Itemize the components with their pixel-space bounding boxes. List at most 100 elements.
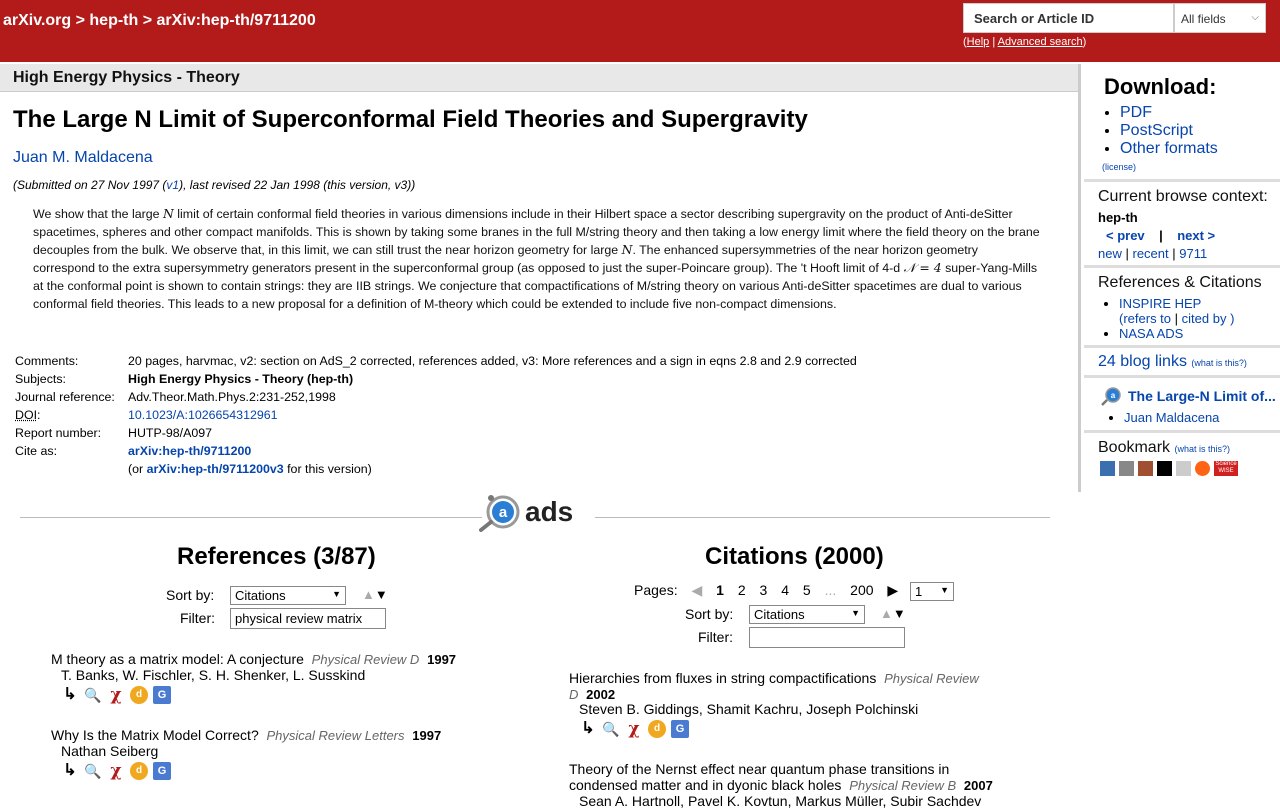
help-link[interactable]: Help — [967, 36, 990, 48]
related-paper-link[interactable]: The Large-N Limit of... — [1128, 388, 1276, 404]
sort-desc-icon[interactable]: ▼ — [893, 606, 906, 621]
citation-item: Hierarchies from fluxes in string compac… — [569, 670, 979, 686]
citation-item-cont: condensed matter and in dyonic black hol… — [569, 777, 993, 793]
doi-label: DOI: — [15, 408, 125, 422]
page-link[interactable]: 4 — [781, 582, 789, 598]
doi-link[interactable]: 10.1023/A:1026654312961 — [128, 408, 278, 422]
svg-text:a: a — [1111, 391, 1116, 400]
refs-sort-order[interactable]: ▲▼ — [362, 587, 388, 602]
return-arrow-icon[interactable]: ↳ — [61, 686, 79, 704]
reddit-icon[interactable] — [1195, 461, 1210, 476]
sciencewise-icon[interactable]: Science WISE — [1214, 461, 1238, 476]
advanced-search-link[interactable]: Advanced search — [998, 36, 1083, 48]
citation-title[interactable]: condensed matter and in dyonic black hol… — [569, 777, 841, 793]
refs-filter-input[interactable]: physical review matrix — [230, 608, 386, 629]
ads-search-icon[interactable]: 🔍 — [84, 762, 102, 780]
journal-label: Journal reference: — [15, 390, 115, 404]
next-link[interactable]: next > — [1177, 228, 1215, 243]
page-link[interactable]: 200 — [850, 582, 873, 598]
citation-journal: D — [569, 687, 579, 702]
google-scholar-icon[interactable]: G — [671, 720, 689, 738]
cite-link[interactable]: arXiv:hep-th/9711200 — [128, 444, 251, 458]
refs-sort-select[interactable]: Citations ▼ — [230, 586, 346, 605]
ads-small-icon: a — [1101, 387, 1121, 406]
cite-version-link[interactable]: arXiv:hep-th/9711200v3 — [147, 462, 284, 476]
page-link[interactable]: 3 — [760, 582, 768, 598]
return-arrow-icon[interactable]: ↳ — [61, 762, 79, 780]
citation-item: Theory of the Nernst effect near quantum… — [569, 761, 949, 777]
citeulike-icon[interactable] — [1119, 461, 1134, 476]
return-arrow-icon[interactable]: ↳ — [579, 720, 597, 738]
doi-icon[interactable]: d — [648, 720, 666, 738]
google-scholar-icon[interactable]: G — [153, 762, 171, 780]
svg-text:a: a — [499, 504, 508, 521]
blog-whatis-link[interactable]: (what is this?) — [1191, 358, 1247, 368]
reference-journal: Physical Review Letters — [266, 728, 405, 743]
abstract-part: We show that the large — [33, 207, 163, 221]
cites-sort-select[interactable]: Citations ▼ — [749, 605, 865, 624]
cites-sort-order[interactable]: ▲▼ — [880, 606, 906, 621]
ads-search-icon[interactable]: 🔍 — [602, 720, 620, 738]
next-page-icon[interactable]: ▶ — [887, 582, 898, 598]
search-help: (Help | Advanced search) — [963, 36, 1086, 48]
google-scholar-icon[interactable]: G — [153, 686, 171, 704]
page-select[interactable]: 1 ▼ — [910, 582, 954, 601]
citation-title[interactable]: Hierarchies from fluxes in string compac… — [569, 670, 876, 686]
related-author-link[interactable]: Juan Maldacena — [1124, 410, 1219, 425]
ads-search-icon[interactable]: 🔍 — [84, 686, 102, 704]
arxiv-x-icon[interactable]: χ — [107, 686, 125, 704]
pdf-link[interactable]: PDF — [1120, 104, 1152, 121]
chevron-down-icon: ▼ — [940, 585, 949, 595]
blog-links-link[interactable]: 24 blog links — [1098, 353, 1187, 370]
page-link[interactable]: 2 — [738, 582, 746, 598]
page-link[interactable]: 5 — [803, 582, 811, 598]
license-link[interactable]: (license) — [1102, 162, 1136, 172]
inspire-link[interactable]: INSPIRE HEP — [1119, 296, 1201, 311]
link-separator: | — [1172, 246, 1176, 261]
prev-link[interactable]: < prev — [1106, 228, 1145, 243]
v1-link[interactable]: v1 — [166, 178, 179, 192]
reference-title[interactable]: M theory as a matrix model: A conjecture — [51, 651, 304, 667]
postscript-link[interactable]: PostScript — [1120, 122, 1193, 139]
cite-label: Cite as: — [15, 444, 58, 458]
ads-logo-icon: a — [479, 495, 520, 532]
bookmark-label: Bookmark — [1098, 439, 1171, 456]
page-link[interactable]: 1 — [716, 582, 724, 598]
arxiv-x-icon[interactable]: χ — [625, 720, 643, 738]
refers-to-link[interactable]: refers to — [1123, 311, 1171, 326]
divider-left — [20, 517, 482, 518]
cited-by-link[interactable]: cited by — [1182, 311, 1227, 326]
prev-page-icon[interactable]: ◀ — [691, 582, 702, 598]
refs-paren-close: ) — [1230, 311, 1235, 326]
sort-asc-icon[interactable]: ▲ — [880, 606, 893, 621]
doi-icon[interactable]: d — [130, 762, 148, 780]
author-link[interactable]: Juan M. Maldacena — [13, 149, 153, 167]
digg-icon[interactable] — [1176, 461, 1191, 476]
new-link[interactable]: new — [1098, 246, 1122, 261]
divider-right — [595, 517, 1050, 518]
recent-link[interactable]: recent — [1133, 246, 1169, 261]
doi-icon[interactable]: d — [130, 686, 148, 704]
nasa-ads-link[interactable]: NASA ADS — [1119, 326, 1183, 341]
sort-asc-icon[interactable]: ▲ — [362, 587, 375, 602]
delicious-icon[interactable] — [1157, 461, 1172, 476]
sort-desc-icon[interactable]: ▼ — [375, 587, 388, 602]
citation-title[interactable]: Theory of the Nernst effect near quantum… — [569, 761, 949, 777]
bibsonomy-icon[interactable] — [1100, 461, 1115, 476]
doi-abbr: DOI — [15, 408, 38, 422]
refs-cites-title: References & Citations — [1098, 274, 1262, 291]
other-formats-link[interactable]: Other formats — [1120, 140, 1218, 157]
related-authors: Juan Maldacena — [1124, 410, 1219, 425]
month-link[interactable]: 9711 — [1179, 246, 1207, 261]
arxiv-x-icon[interactable]: χ — [107, 762, 125, 780]
link-separator: | — [1125, 246, 1129, 261]
comments-label: Comments: — [15, 354, 79, 368]
mendeley-icon[interactable] — [1138, 461, 1153, 476]
search-input[interactable]: Search or Article ID — [963, 3, 1174, 33]
report-value: HUTP-98/A097 — [128, 426, 213, 440]
cites-filter-input[interactable] — [749, 627, 905, 648]
bookmark-whatis-link[interactable]: (what is this?) — [1174, 444, 1230, 454]
breadcrumb[interactable]: arXiv.org > hep-th > arXiv:hep-th/971120… — [3, 12, 316, 30]
reference-title[interactable]: Why Is the Matrix Model Correct? — [51, 727, 259, 743]
search-field-select[interactable]: All fields ⌵ — [1174, 3, 1266, 33]
